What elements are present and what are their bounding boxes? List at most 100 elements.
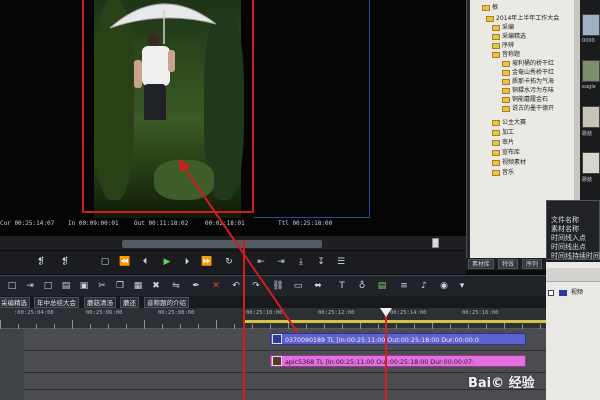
open-icon[interactable]: ▤ (60, 280, 72, 292)
track-list-header: 1/1 (546, 268, 600, 282)
timeline-clip[interactable]: 0370090189 TL [In:00:25:11:00 Out:00:25:… (270, 333, 526, 345)
import-icon[interactable]: ⇥ (24, 280, 36, 292)
track-list-item[interactable]: 视频 (548, 287, 598, 297)
bin-tree-label: 视频素材 (502, 159, 527, 166)
bin-tree-item[interactable]: 采编精选 (492, 32, 526, 41)
clip-icon (272, 334, 282, 344)
insert-icon[interactable]: ⤓ (294, 256, 308, 269)
bin-tree-item[interactable]: 说古的墨干德开 (502, 104, 554, 113)
bin-tree-label: 音称题 (502, 51, 521, 58)
cut-icon[interactable]: ✂ (96, 280, 108, 292)
stop-icon[interactable]: ▢ (98, 256, 112, 269)
split-icon[interactable]: ⬌ (312, 280, 324, 292)
thumbnail[interactable] (582, 106, 600, 128)
thumbnail-label: 0000 (582, 38, 595, 44)
razor-icon[interactable]: ✒ (190, 280, 202, 292)
remove-icon[interactable]: ✕ (210, 280, 222, 292)
bin-tree-label: 铜糅水污为东味 (512, 87, 555, 94)
tab-sequence-5[interactable]: 音称题的介绍 (144, 297, 189, 308)
tool-icon[interactable]: □ (6, 280, 18, 292)
folder-icon (492, 33, 500, 40)
bin-tree-item[interactable]: 铜糅水污为东味 (502, 86, 554, 95)
timeline-ruler[interactable]: :00:25:04:00 00:25:06:00 00:25:08:00 00:25:… (0, 308, 546, 329)
thumbnail[interactable] (582, 14, 600, 36)
timecode-row: Cur 00:25:14:07 In 00:09:00:01 Out 00:11… (0, 218, 466, 230)
bin-tree-label: 2014年上半年工作大会 (496, 15, 560, 22)
step-back-icon[interactable]: ⏴ (138, 256, 152, 269)
copy-icon[interactable]: ❐ (114, 280, 126, 292)
clip-label: 0370090189 TL [In:00:25:11:00 Out:00:25:… (285, 337, 479, 344)
paste-icon[interactable]: ▦ (132, 280, 144, 292)
bin-tree-label: 坡利桶的桥干红 (512, 60, 555, 67)
ruler-label: 00:25:08:00 (158, 310, 195, 316)
folder-icon (492, 129, 500, 136)
group-icon[interactable]: ▭ (292, 280, 304, 292)
ripple-icon[interactable]: ⇋ (170, 280, 182, 292)
step-forward-icon[interactable]: ⏵ (180, 256, 194, 269)
new-icon[interactable]: □ (42, 280, 54, 292)
go-to-out-icon[interactable]: ⇥ (274, 256, 288, 269)
bin-tree-item[interactable]: 加工 (492, 128, 514, 137)
link-icon[interactable]: ⛓ (272, 280, 284, 292)
bin-tree-label: 根 (492, 4, 499, 11)
folder-icon (486, 15, 494, 22)
bin-tree-item[interactable]: 序辨 (492, 41, 514, 50)
folder-icon (502, 105, 510, 112)
render-icon[interactable]: ▤ (376, 280, 388, 292)
bin-tree-item[interactable]: 视频素材 (492, 158, 526, 167)
delete-icon[interactable]: ✖ (150, 280, 162, 292)
overwrite-icon[interactable]: ↧ (314, 256, 328, 269)
bin-tree-label: 采编精选 (502, 33, 527, 40)
checkbox-icon[interactable] (548, 289, 554, 296)
dropdown-icon[interactable]: ▾ (456, 280, 468, 292)
go-to-in-icon[interactable]: ⇤ (254, 256, 268, 269)
bin-tree-item[interactable]: 宣布库 (492, 148, 520, 157)
folder-icon (502, 69, 510, 76)
highlight-box (82, 0, 254, 213)
mark-in-icon[interactable]: ❡ (34, 256, 48, 269)
scrub-handle[interactable] (432, 238, 439, 248)
tab-effects[interactable]: 特效 (498, 259, 519, 269)
redo-icon[interactable]: ↷ (250, 280, 262, 292)
tab-sequence[interactable]: 序列 (522, 259, 543, 269)
bin-tree-item[interactable]: 音称题 (492, 50, 520, 59)
bin-tree-label: 质那卡拓为气海 (512, 78, 555, 85)
play-icon[interactable]: ▶ (160, 256, 174, 269)
timeline-clip[interactable]: apic5368 TL [In:00:25:11:00 Out:00:25:18… (270, 355, 526, 367)
record-icon[interactable]: ◉ (438, 280, 450, 292)
tab-sequence-3[interactable]: 蘑菇清汤 (84, 297, 116, 308)
folder-icon (502, 96, 510, 103)
title-icon[interactable]: T (336, 280, 348, 292)
microphone-icon[interactable]: ♁ (356, 280, 368, 292)
fast-forward-icon[interactable]: ⏩ (200, 256, 214, 269)
bin-tree-item[interactable]: 音乐 (492, 168, 514, 177)
bin-tree-item[interactable]: 公主大赛 (492, 118, 526, 127)
scrub-track[interactable] (122, 240, 322, 248)
audio-icon[interactable]: ♪ (418, 280, 430, 292)
bin-tree-item[interactable]: 根 (482, 3, 498, 12)
mixer-icon[interactable]: ≡ (398, 280, 410, 292)
menu-icon[interactable]: ☰ (334, 256, 348, 269)
playhead[interactable] (385, 308, 387, 400)
tab-sequence-4[interactable]: 蘑还 (120, 297, 139, 308)
mark-out-icon[interactable]: ❡ (58, 256, 72, 269)
bin-tree-item[interactable]: 质那卡拓为气海 (502, 77, 554, 86)
bin-tree-item[interactable]: 坡利桶的桥干红 (502, 59, 554, 68)
tab-bin[interactable]: 素材库 (468, 259, 495, 269)
save-icon[interactable]: ▣ (78, 280, 90, 292)
bin-tree-item[interactable]: 审片 (492, 138, 514, 147)
thumbnail[interactable] (582, 60, 600, 82)
bin-tree-item[interactable]: 铜能蘑履金石 (502, 95, 548, 104)
edit-toolbar: □ ⇥ □ ▤ ▣ ✂ ❐ ▦ ✖ ⇋ ✒ ✕ ↶ ↷ ⛓ ▭ ⬌ T ♁ ▤ … (0, 275, 546, 296)
bin-tree-item[interactable]: 采编 (492, 23, 514, 32)
bin-tree-item[interactable]: 2014年上半年工作大会 (486, 14, 559, 23)
total-timecode: Ttl 00:25:18:00 (278, 220, 333, 227)
tab-sequence-1[interactable]: 采编精选 (0, 297, 30, 308)
rewind-icon[interactable]: ⏪ (118, 256, 132, 269)
tab-sequence-2[interactable]: 年中总结大会 (34, 297, 79, 308)
bin-tree-item[interactable]: 金奄山秀桥干红 (502, 68, 554, 77)
thumbnail[interactable] (582, 152, 600, 174)
loop-icon[interactable]: ↻ (222, 256, 236, 269)
folder-icon (502, 60, 510, 67)
undo-icon[interactable]: ↶ (230, 280, 242, 292)
